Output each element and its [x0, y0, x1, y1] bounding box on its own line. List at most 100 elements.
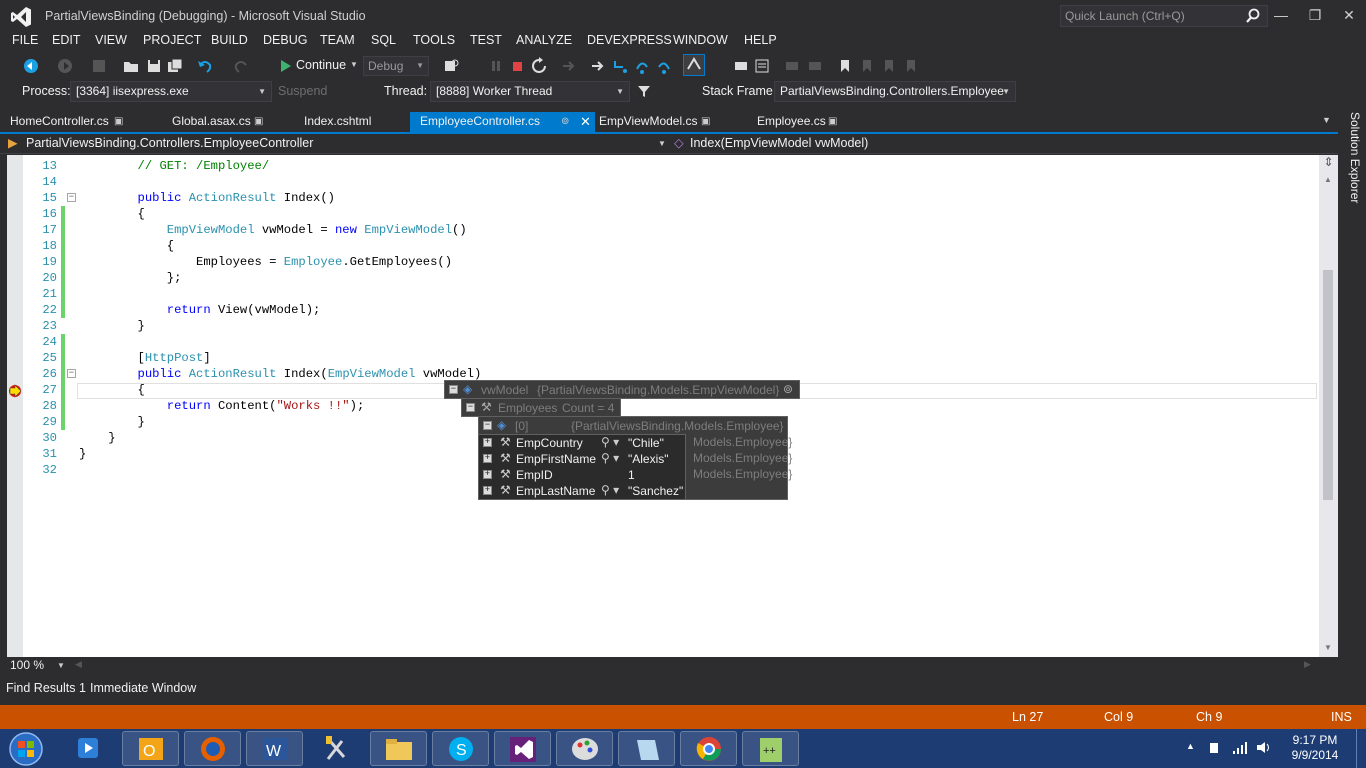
tab-empviewmodel[interactable]: EmpViewModel.cs ▣: [589, 112, 719, 132]
save-all-icon[interactable]: [166, 57, 184, 75]
clear-bookmarks-icon[interactable]: [902, 57, 920, 75]
continue-play-icon[interactable]: [276, 57, 294, 75]
previous-bookmark-icon[interactable]: [858, 57, 876, 75]
windows-start-button[interactable]: [6, 730, 46, 768]
menu-analyze[interactable]: ANALYZE: [514, 33, 574, 47]
scroll-down-arrow-icon[interactable]: ▼: [1324, 643, 1332, 652]
process-select[interactable]: [3364] iisexpress.exe ▼: [70, 81, 272, 102]
code-editor[interactable]: 13 // GET: /Employee/ 14 15− public Acti…: [7, 155, 1319, 657]
quick-launch-input[interactable]: [1061, 6, 1241, 26]
hex-display-icon[interactable]: [732, 57, 750, 75]
datatip-property-row[interactable]: + ⚒ EmpCountry ⚲ ▾ "Chile": [479, 435, 687, 451]
pin-datatip-icon[interactable]: ⊚: [783, 382, 793, 396]
editor-vertical-scrollbar[interactable]: ⇕ ▲ ▼: [1319, 155, 1338, 657]
bookmark-icon[interactable]: [836, 57, 854, 75]
member-dropdown[interactable]: ◇ Index(EmpViewModel vwModel): [670, 134, 1338, 153]
menu-test[interactable]: TEST: [468, 33, 504, 47]
comment-out-icon[interactable]: [783, 57, 801, 75]
tab-employeecontroller[interactable]: EmployeeController.cs ⊚ ✕: [410, 112, 595, 132]
menu-sql[interactable]: SQL: [369, 33, 398, 47]
type-dropdown[interactable]: ▶ PartialViewsBinding.Controllers.Employ…: [0, 134, 668, 153]
taskbar-notes-icon[interactable]: [618, 731, 675, 766]
expand-icon[interactable]: +: [483, 486, 492, 495]
taskbar-media-player-icon[interactable]: [60, 731, 117, 766]
show-desktop-button[interactable]: [1356, 729, 1366, 768]
new-project-icon[interactable]: [90, 57, 108, 75]
tab-global-asax[interactable]: Global.asax.cs ▣: [162, 112, 272, 132]
datatip-employees[interactable]: − ⚒ Employees Count = 4: [461, 398, 621, 417]
editor-horizontal-scrollbar[interactable]: ◀ ▶: [72, 657, 1338, 674]
scroll-thumb[interactable]: [1323, 270, 1333, 500]
thread-select[interactable]: [8888] Worker Thread ▼: [430, 81, 630, 102]
undo-icon[interactable]: [196, 57, 214, 75]
menu-edit[interactable]: EDIT: [50, 33, 82, 47]
text-visualizer-magnifier-icon[interactable]: ⚲ ▾: [601, 435, 619, 449]
taskbar-chrome-icon[interactable]: [680, 731, 737, 766]
property-value[interactable]: "Sanchez": [628, 483, 683, 499]
quick-launch-box[interactable]: [1060, 5, 1268, 27]
taskbar-notepad-plus-plus-icon[interactable]: ++: [742, 731, 799, 766]
property-value[interactable]: "Alexis": [628, 451, 669, 467]
solution-explorer-tab[interactable]: Solution Explorer: [1342, 112, 1362, 212]
taskbar-skype-icon[interactable]: S: [432, 731, 489, 766]
restore-button[interactable]: ❐: [1298, 4, 1332, 26]
scroll-right-arrow-icon[interactable]: ▶: [1304, 659, 1311, 670]
open-file-icon[interactable]: [122, 57, 140, 75]
menu-debug[interactable]: DEBUG: [261, 33, 309, 47]
collapse-icon[interactable]: −: [466, 403, 475, 412]
menu-tools[interactable]: TOOLS: [411, 33, 457, 47]
expand-icon[interactable]: +: [483, 438, 492, 447]
outline-collapse-icon[interactable]: −: [67, 193, 76, 202]
find-in-files-icon[interactable]: [443, 57, 461, 75]
taskbar-firefox-icon[interactable]: [184, 731, 241, 766]
tab-employee[interactable]: Employee.cs ▣: [747, 112, 847, 132]
collapse-icon[interactable]: −: [449, 385, 458, 394]
taskbar-word-icon[interactable]: W: [246, 731, 303, 766]
uncomment-icon[interactable]: [806, 57, 824, 75]
close-button[interactable]: ✕: [1332, 4, 1366, 26]
menu-devexpress[interactable]: DEVEXPRESS: [585, 33, 674, 47]
save-icon[interactable]: [145, 57, 163, 75]
menu-view[interactable]: VIEW: [93, 33, 129, 47]
scroll-up-arrow-icon[interactable]: ▲: [1324, 175, 1332, 184]
output-window-icon[interactable]: [753, 57, 771, 75]
suspend-button[interactable]: Suspend: [278, 84, 327, 98]
datatip-property-row[interactable]: + ⚒ EmpLastName ⚲ ▾ "Sanchez": [479, 483, 687, 499]
menu-build[interactable]: BUILD: [209, 33, 250, 47]
search-icon[interactable]: [1245, 8, 1261, 24]
tab-homecontroller[interactable]: HomeController.cs ▣: [0, 112, 130, 132]
volume-speaker-icon[interactable]: [1256, 740, 1272, 755]
stack-frame-select[interactable]: PartialViewsBinding.Controllers.Employee…: [774, 81, 1016, 102]
solution-configuration-select[interactable]: Debug ▼: [363, 56, 429, 76]
taskbar-tools-icon[interactable]: [308, 731, 365, 766]
outline-collapse-icon[interactable]: −: [67, 369, 76, 378]
tab-index-cshtml[interactable]: Index.cshtml: [294, 112, 390, 132]
tab-immediate-window[interactable]: Immediate Window: [90, 681, 196, 695]
menu-project[interactable]: PROJECT: [141, 33, 203, 47]
menu-team[interactable]: TEAM: [318, 33, 357, 47]
continue-dropdown-arrow[interactable]: ▼: [350, 60, 358, 69]
minimize-button[interactable]: —: [1264, 4, 1298, 26]
text-visualizer-magnifier-icon[interactable]: ⚲ ▾: [601, 451, 619, 465]
redo-icon[interactable]: [232, 57, 250, 75]
scroll-left-arrow-icon[interactable]: ◀: [75, 659, 82, 670]
property-value[interactable]: 1: [628, 467, 635, 483]
step-over-icon[interactable]: [633, 57, 651, 75]
continue-button[interactable]: Continue: [296, 58, 346, 72]
filter-icon[interactable]: [637, 84, 651, 98]
split-window-icon[interactable]: ⇕: [1319, 155, 1338, 171]
property-value[interactable]: "Chile": [628, 435, 664, 451]
datatip-property-row[interactable]: + ⚒ EmpFirstName ⚲ ▾ "Alexis": [479, 451, 687, 467]
taskbar-paint-icon[interactable]: [556, 731, 613, 766]
navigate-forward-icon[interactable]: [56, 57, 74, 75]
datatip-property-row[interactable]: + ⚒ EmpID 1: [479, 467, 687, 483]
taskbar-outlook-icon[interactable]: O: [122, 731, 179, 766]
network-signal-icon[interactable]: [1232, 740, 1248, 755]
expand-icon[interactable]: +: [483, 470, 492, 479]
action-center-flag-icon[interactable]: [1208, 741, 1222, 755]
show-next-statement-icon[interactable]: [560, 57, 578, 75]
text-visualizer-magnifier-icon[interactable]: ⚲ ▾: [601, 483, 619, 497]
menu-file[interactable]: FILE: [10, 33, 40, 47]
system-clock[interactable]: 9:17 PM 9/9/2014: [1282, 733, 1348, 763]
tab-overflow-dropdown-icon[interactable]: ▼: [1322, 115, 1331, 125]
